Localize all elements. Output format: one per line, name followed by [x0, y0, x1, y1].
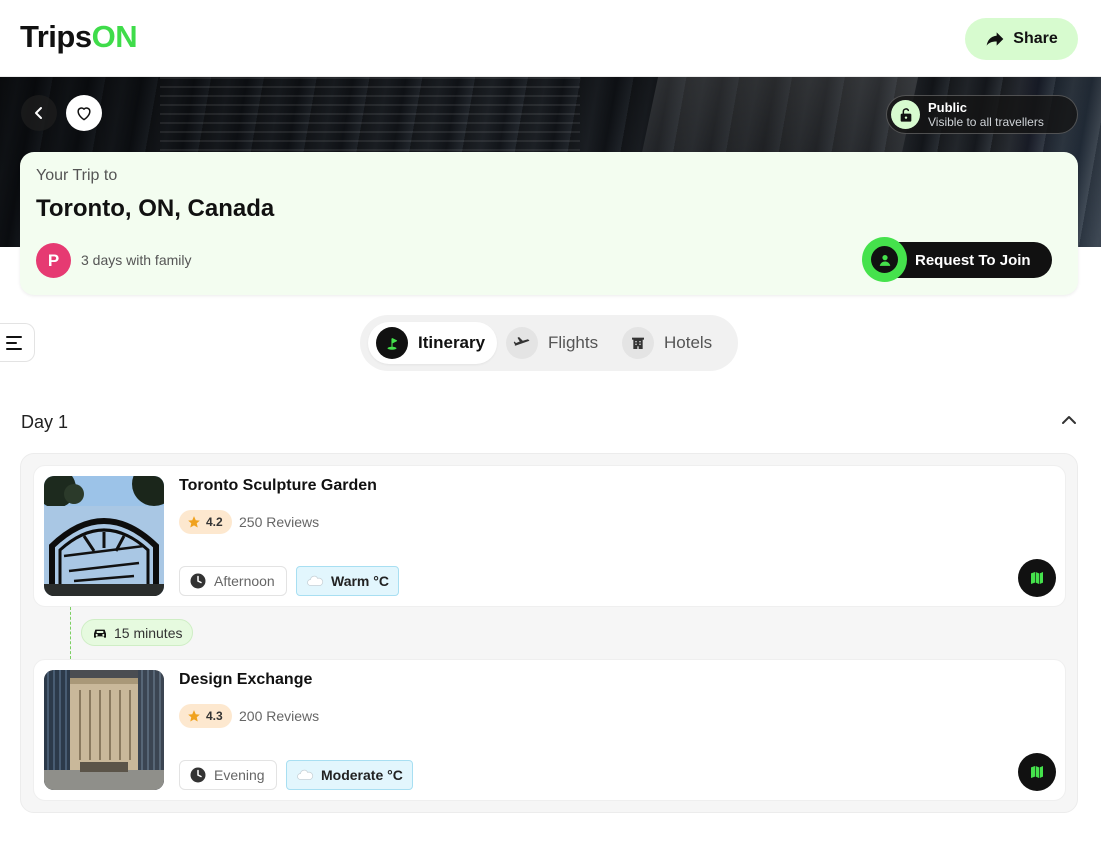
tab-hotels-label: Hotels — [664, 333, 713, 352]
trip-subtitle: Your Trip to — [36, 167, 118, 184]
favorite-button[interactable] — [66, 95, 102, 131]
rating-value: 4.2 — [206, 515, 223, 529]
tab-itinerary[interactable]: Itinerary — [368, 322, 498, 364]
tab-flights[interactable]: Flights — [506, 322, 598, 364]
tab-flights-label: Flights — [548, 333, 599, 352]
visibility-text: Public Visible to all travellers — [928, 100, 1044, 129]
trip-meta: 3 days with family — [81, 252, 192, 268]
rating-value: 4.3 — [206, 709, 223, 723]
tripson-logo[interactable]: Trips ON — [20, 17, 138, 57]
review-count[interactable]: 250 Reviews — [239, 514, 319, 530]
itinerary-icon — [376, 327, 408, 359]
place-photo — [44, 670, 164, 790]
visibility-subtitle: Visible to all travellers — [928, 115, 1044, 129]
time-of-day-chip: Afternoon — [179, 566, 287, 596]
rating-badge: 4.3 — [179, 704, 232, 728]
menu-icon — [5, 335, 25, 351]
top-bar: Trips ON Share — [0, 0, 1101, 77]
travel-time-label: 15 minutes — [114, 624, 183, 641]
chevron-up-icon — [1058, 409, 1080, 431]
place-name: Design Exchange — [179, 671, 313, 688]
travel-time-chip: 15 minutes — [81, 619, 194, 646]
weather-label: Moderate °C — [321, 767, 403, 783]
map-icon — [1029, 764, 1045, 780]
share-button[interactable]: Share — [965, 18, 1078, 60]
collapse-day-button[interactable] — [1058, 409, 1080, 431]
time-label: Evening — [214, 767, 265, 783]
visibility-toggle[interactable]: Public Visible to all travellers — [886, 95, 1078, 134]
map-button[interactable] — [1018, 753, 1056, 791]
star-icon — [187, 709, 201, 723]
cloud-icon — [296, 768, 314, 782]
back-button[interactable] — [21, 95, 57, 131]
logo-text-trips: Trips — [20, 19, 92, 54]
share-arrow-icon — [985, 29, 1005, 49]
map-icon — [1029, 570, 1045, 586]
request-to-join-button[interactable]: Request To Join — [862, 237, 1052, 282]
weather-chip: Warm °C — [296, 566, 399, 596]
weather-chip: Moderate °C — [286, 760, 413, 790]
place-card[interactable]: Design Exchange 4.3 200 Reviews Evening … — [33, 659, 1066, 801]
user-icon — [862, 237, 907, 282]
tab-itinerary-label: Itinerary — [418, 333, 486, 352]
share-label: Share — [1013, 30, 1058, 47]
time-label: Afternoon — [214, 573, 275, 589]
place-name: Toronto Sculpture Garden — [179, 477, 377, 494]
chevron-left-icon — [31, 105, 47, 121]
heart-icon — [74, 103, 94, 123]
time-of-day-chip: Evening — [179, 760, 277, 790]
join-label: Request To Join — [915, 252, 1031, 269]
trip-destination: Toronto, ON, Canada — [36, 195, 275, 222]
clock-icon — [189, 572, 207, 590]
tab-bar: Itinerary Flights Hotels — [360, 315, 738, 371]
place-photo — [44, 476, 164, 596]
avatar[interactable]: P — [36, 243, 71, 278]
star-icon — [187, 515, 201, 529]
plane-icon — [506, 327, 538, 359]
map-button[interactable] — [1018, 559, 1056, 597]
visibility-title: Public — [928, 100, 968, 115]
logo-text-on: ON — [91, 19, 138, 54]
place-card[interactable]: Toronto Sculpture Garden 4.2 250 Reviews… — [33, 465, 1066, 607]
trip-summary-card: Your Trip to Toronto, ON, Canada P 3 day… — [20, 152, 1078, 295]
review-count[interactable]: 200 Reviews — [239, 708, 319, 724]
rating-badge: 4.2 — [179, 510, 232, 534]
weather-label: Warm °C — [331, 573, 389, 589]
car-icon — [92, 626, 108, 640]
tab-hotels[interactable]: Hotels — [622, 322, 712, 364]
unlock-icon — [891, 100, 920, 129]
hotel-icon — [622, 327, 654, 359]
clock-icon — [189, 766, 207, 784]
side-menu-button[interactable] — [0, 323, 35, 362]
cloud-icon — [306, 574, 324, 588]
hero-texture — [160, 77, 580, 151]
route-connector — [70, 607, 71, 659]
day-title: Day 1 — [21, 412, 69, 432]
